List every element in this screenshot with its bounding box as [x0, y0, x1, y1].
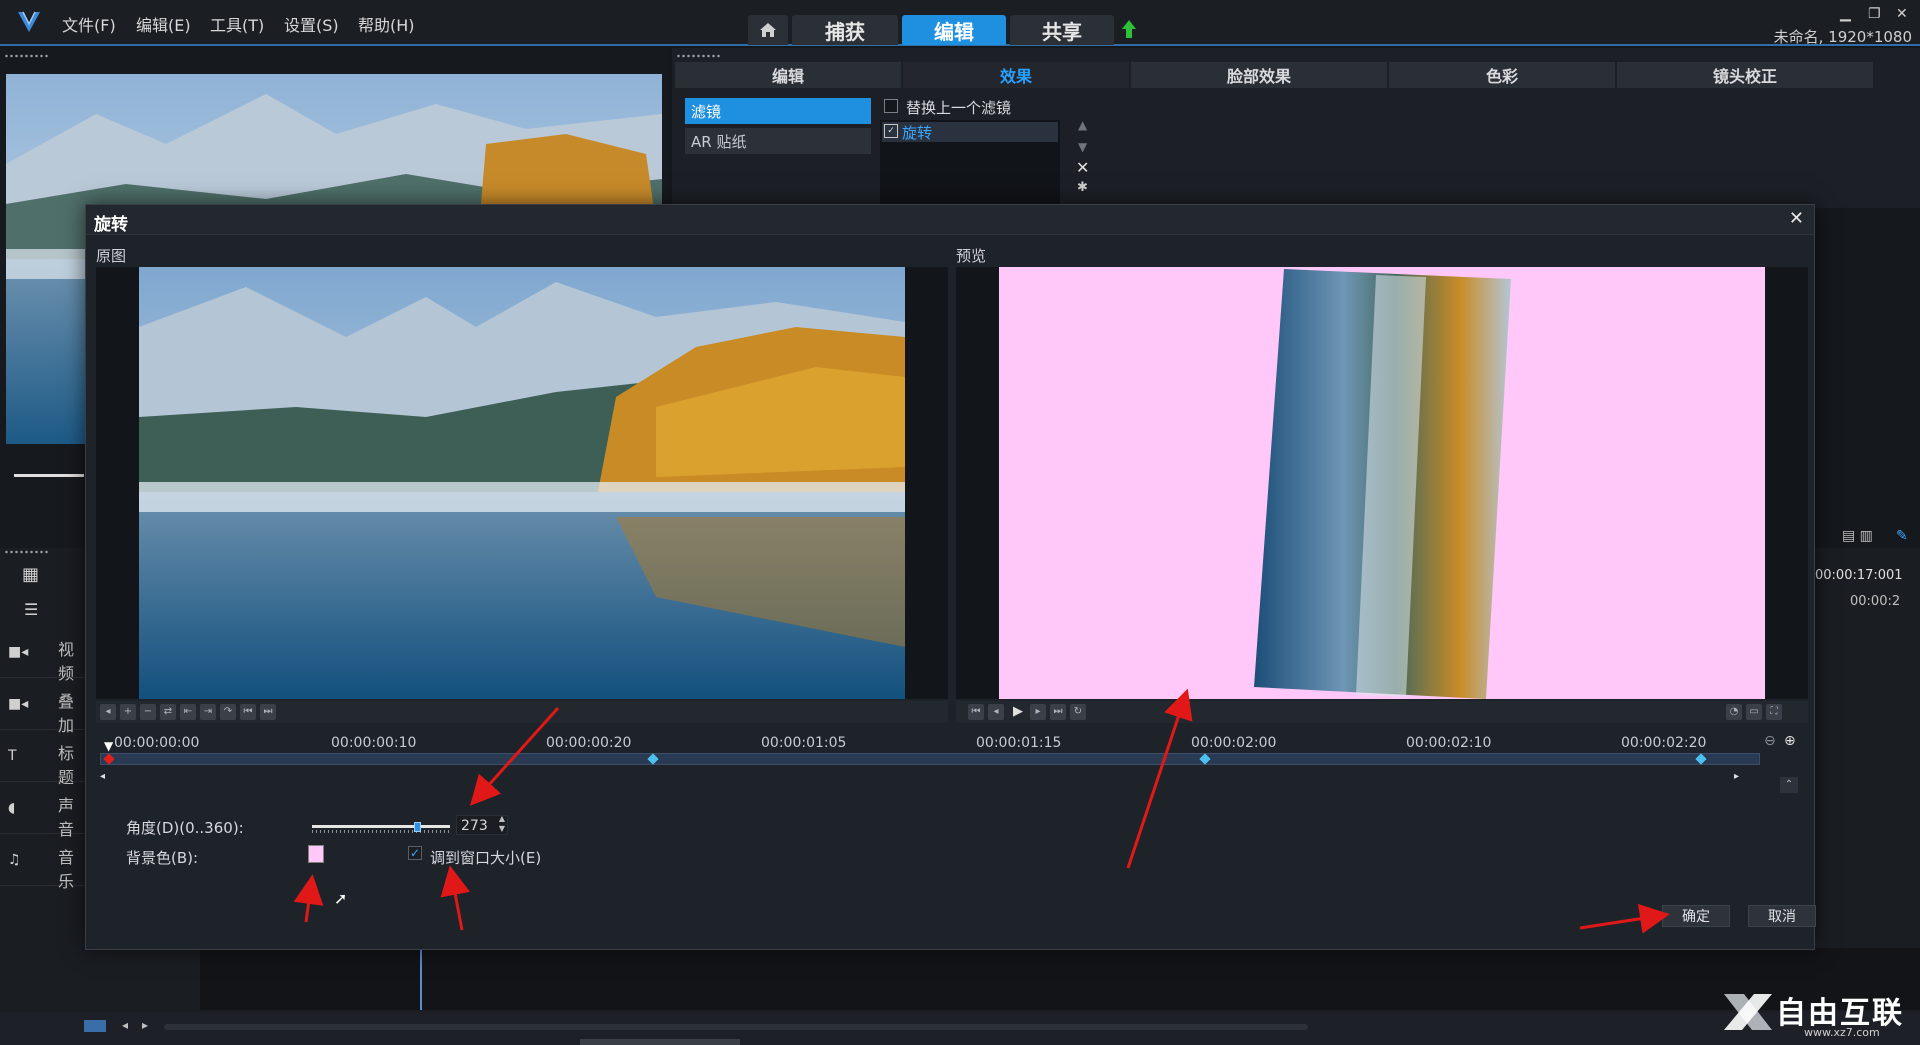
watermark: 自由互联 www.xz7.com [1720, 984, 1916, 1042]
arrow-to-fit-window [440, 865, 471, 931]
arrow-to-angle-slider [469, 706, 560, 806]
arrow-to-ok [1579, 903, 1670, 934]
watermark-url: www.xz7.com [1804, 1026, 1880, 1039]
watermark-logo-icon [1724, 994, 1772, 1030]
arrow-to-bgcolor [293, 874, 324, 923]
arrow-to-preview [1126, 688, 1193, 869]
annotation-arrows [293, 688, 1670, 934]
